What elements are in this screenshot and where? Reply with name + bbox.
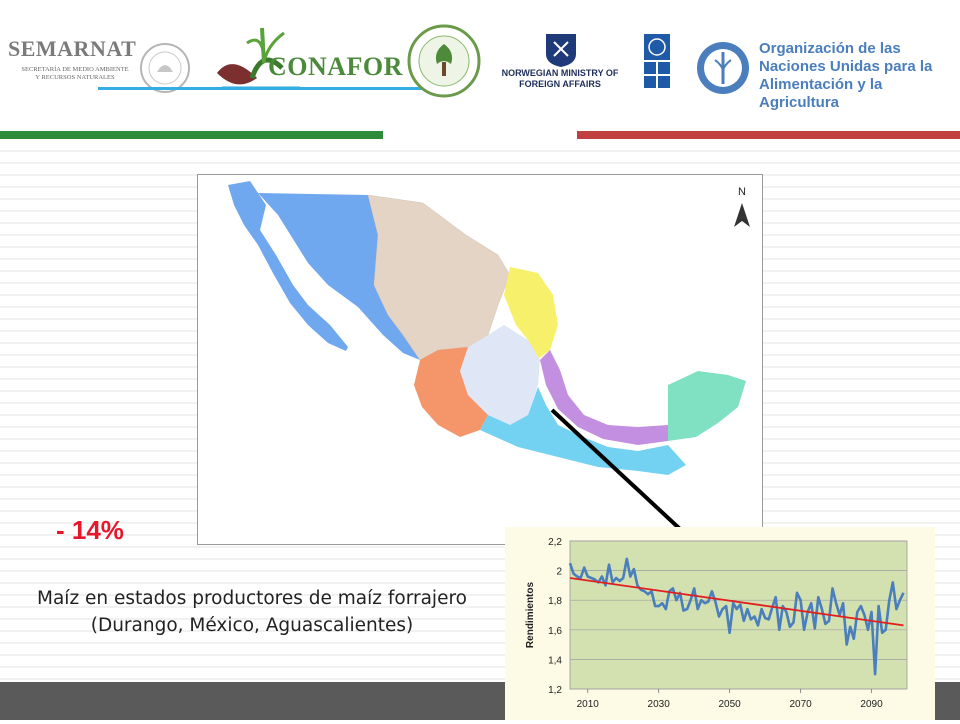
x-tick-label: 2050 [719,699,742,710]
header-green-bar [0,131,383,139]
mexico-region-map: N [197,174,763,545]
semarnat-logo-title: SEMARNAT [8,36,137,61]
caption-line-2: (Durango, México, Aguascalientes) [90,615,414,636]
map-svg: N [228,181,750,475]
chart-caption: Maíz en estados productores de maíz forr… [10,585,494,639]
y-tick-label: 1,4 [548,655,562,666]
fao-logo-text: Organización de las Naciones Unidas para… [759,40,933,111]
semarnat-logo-subtitle: SECRETARÍA DE MEDIO AMBIENTE Y RECURSOS … [21,66,129,81]
caption-line-1: Maíz en estados productores de maíz forr… [37,588,467,609]
norway-crest-icon [546,34,576,67]
y-tick-label: 2,2 [548,537,562,548]
x-tick-label: 2070 [789,699,812,710]
pnud-logo-icon [644,34,670,88]
header-logos: SEMARNAT SECRETARÍA DE MEDIO AMBIENTE Y … [0,0,960,140]
y-tick-label: 1,2 [548,685,562,696]
map-region-yucatan [668,371,746,441]
x-tick-label: 2030 [648,699,671,710]
norway-logo-text: NORWEGIAN MINISTRY OF FOREIGN AFFAIRS [501,68,619,89]
yield-chart: 1,2 1,4 1,6 1,8 2 2,2 2010 2030 2050 2070 2090 Rend… [505,527,935,720]
yield-chart-svg: 1,2 1,4 1,6 1,8 2 2,2 2010 2030 2050 2070 2090 Rend… [525,537,908,710]
header-red-bar [577,131,960,139]
north-arrow-label: N [738,186,746,198]
fao-emblem-icon [697,42,749,94]
x-tick-label: 2090 [860,699,883,710]
y-axis-label: Rendimientos [525,582,536,649]
x-tick-label: 2010 [577,699,600,710]
conafor-logo-text: CONAFOR [268,52,403,81]
redd-seal-icon [407,24,481,98]
y-tick-label: 1,8 [548,596,562,607]
logo-underline-icon [98,87,428,90]
y-tick-label: 2 [556,567,562,578]
north-arrow-icon [734,203,750,227]
y-tick-label: 1,6 [548,626,562,637]
yield-change-percent: - 14% [56,515,124,545]
